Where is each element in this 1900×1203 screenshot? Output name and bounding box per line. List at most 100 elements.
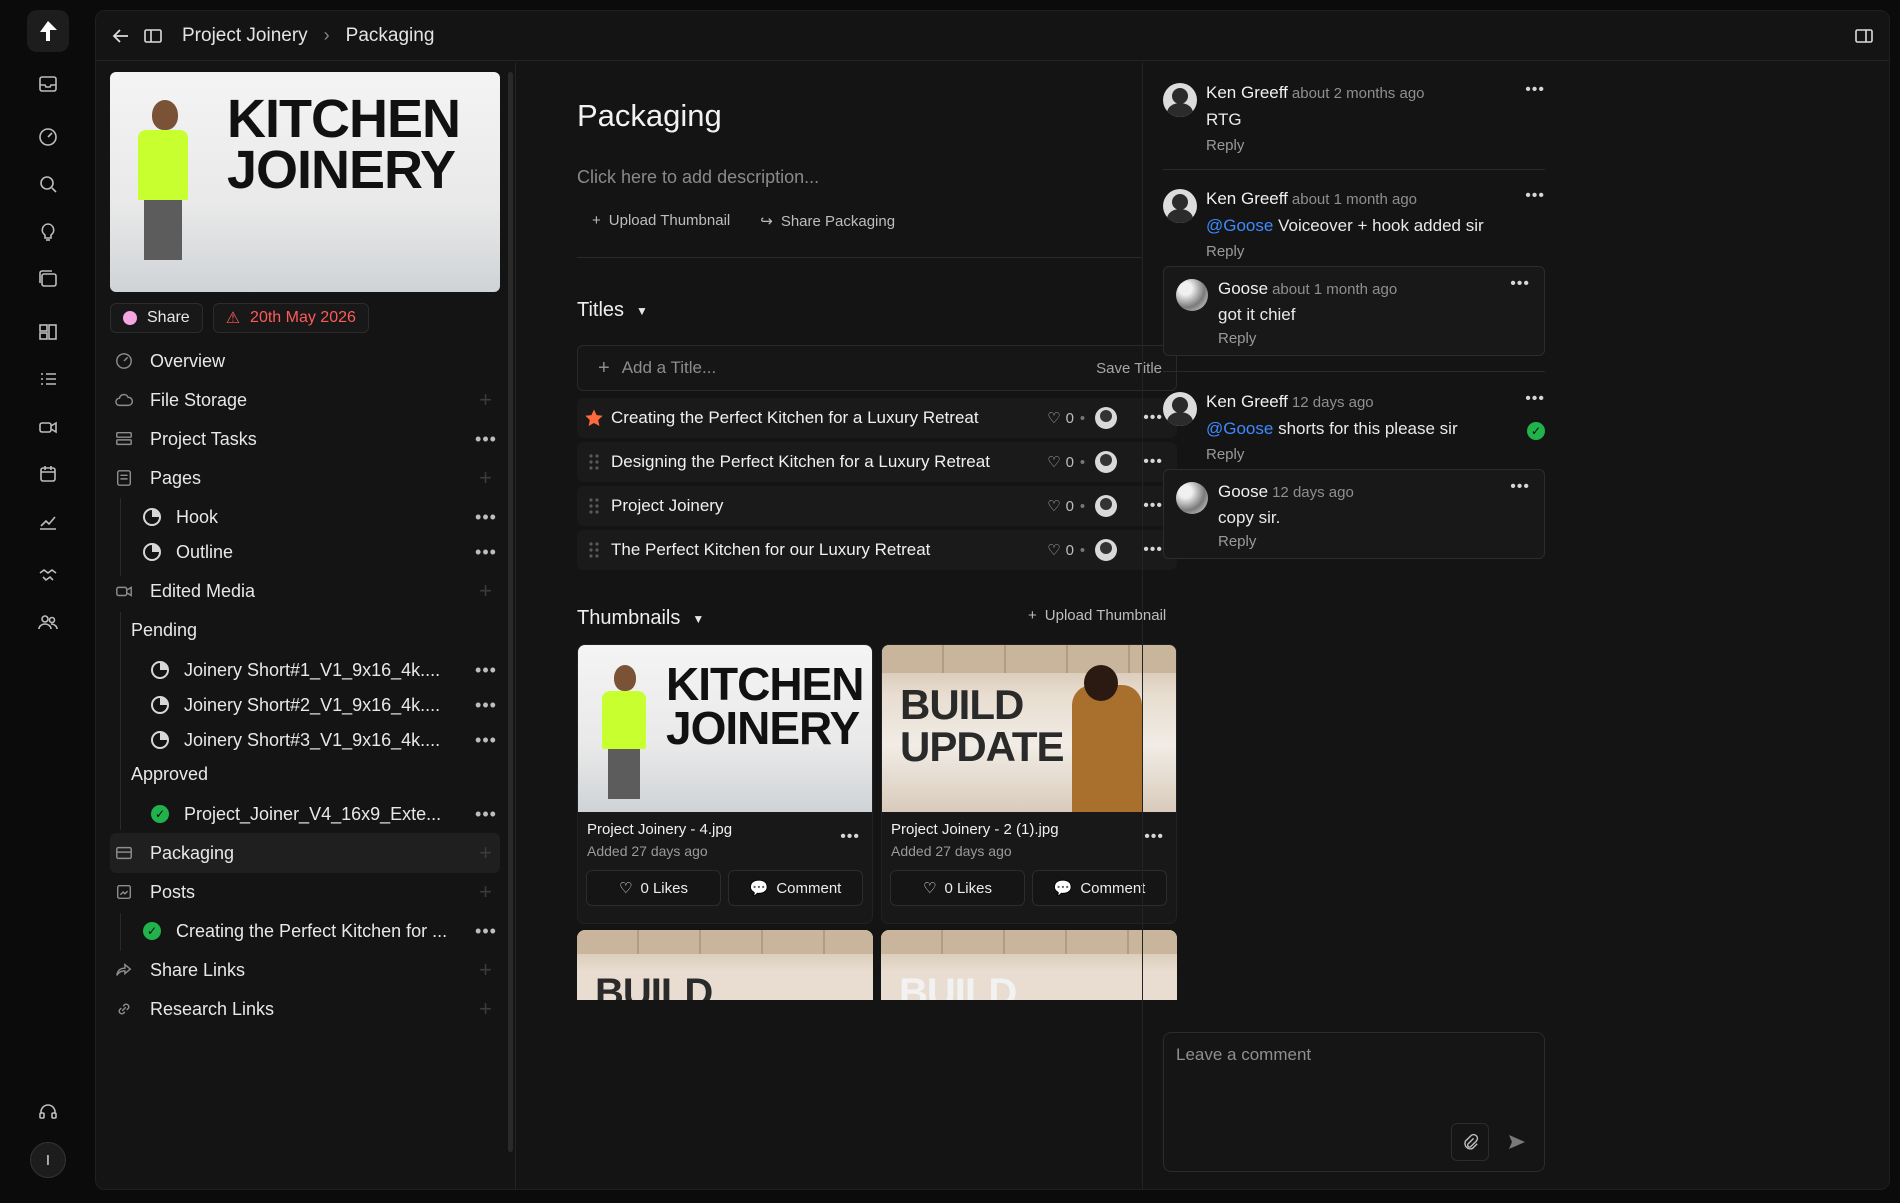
due-date-chip[interactable]: ⚠ 20th May 2026 bbox=[212, 303, 369, 333]
comment-mention[interactable]: @Goose bbox=[1206, 419, 1273, 438]
calendar-icon[interactable] bbox=[30, 456, 66, 492]
add-research-link-button[interactable]: + bbox=[472, 996, 500, 1022]
reply-link[interactable]: Reply bbox=[1218, 330, 1256, 347]
nav-edited-media[interactable]: Edited Media + bbox=[110, 571, 500, 611]
title-row[interactable]: Creating the Perfect Kitchen for a Luxur… bbox=[577, 398, 1177, 438]
projects-icon[interactable] bbox=[30, 261, 66, 297]
nav-page-outline[interactable]: Outline ••• bbox=[138, 532, 500, 572]
team-icon[interactable] bbox=[30, 604, 66, 640]
star-icon[interactable] bbox=[577, 408, 611, 428]
task-list-icon[interactable] bbox=[30, 361, 66, 397]
reply-link[interactable]: Reply bbox=[1206, 137, 1244, 154]
nav-page-hook[interactable]: Hook ••• bbox=[138, 497, 500, 537]
title-row[interactable]: Project Joinery ♡ 0 • ••• bbox=[577, 486, 1177, 526]
pending-item-more-button[interactable]: ••• bbox=[472, 730, 500, 751]
add-media-button[interactable]: + bbox=[472, 578, 500, 604]
nav-project-tasks[interactable]: Project Tasks ••• bbox=[110, 419, 500, 459]
add-page-button[interactable]: + bbox=[472, 465, 500, 491]
titles-section-toggle[interactable]: Titles ▼ bbox=[577, 299, 648, 322]
title-likes[interactable]: ♡ 0 • bbox=[1047, 409, 1085, 428]
pending-item[interactable]: Joinery Short#3_V1_9x16_4k.... ••• bbox=[146, 720, 500, 760]
sidebar-scrollbar[interactable] bbox=[508, 72, 513, 1152]
drag-handle-icon[interactable] bbox=[577, 497, 611, 515]
inbox-icon[interactable] bbox=[30, 66, 66, 102]
approved-item-more-button[interactable]: ••• bbox=[472, 804, 500, 825]
nav-share-links[interactable]: Share Links + bbox=[110, 950, 500, 990]
handshake-icon[interactable] bbox=[30, 557, 66, 593]
send-icon[interactable] bbox=[1498, 1123, 1536, 1161]
support-icon[interactable] bbox=[30, 1094, 66, 1130]
title-likes[interactable]: ♡ 0 • bbox=[1047, 453, 1085, 472]
nav-overview[interactable]: Overview bbox=[110, 341, 500, 381]
reply-more-button[interactable]: ••• bbox=[1510, 275, 1530, 293]
search-icon[interactable] bbox=[30, 166, 66, 202]
thumbnail-card[interactable]: KITCHEN JOINERY Project Joinery - 4.jpg … bbox=[577, 644, 873, 924]
title-row[interactable]: Designing the Perfect Kitchen for a Luxu… bbox=[577, 442, 1177, 482]
thumbnail-more-button[interactable]: ••• bbox=[840, 828, 860, 846]
drag-handle-icon[interactable] bbox=[577, 541, 611, 559]
nav-posts[interactable]: Posts + bbox=[110, 872, 500, 912]
outline-more-button[interactable]: ••• bbox=[472, 542, 500, 563]
share-packaging-button[interactable]: ↪ Share Packaging bbox=[760, 212, 895, 230]
thumbnails-section-toggle[interactable]: Thumbnails ▼ bbox=[577, 607, 704, 630]
thumbnail-card-partial[interactable]: BUILD bbox=[881, 930, 1177, 1000]
nav-file-storage[interactable]: File Storage + bbox=[110, 380, 500, 420]
thumbnail-card-partial[interactable]: BUILD bbox=[577, 930, 873, 1000]
title-likes[interactable]: ♡ 0 • bbox=[1047, 497, 1085, 516]
title-likes[interactable]: ♡ 0 • bbox=[1047, 541, 1085, 560]
sidebar-toggle-icon[interactable] bbox=[138, 21, 168, 51]
hook-more-button[interactable]: ••• bbox=[472, 507, 500, 528]
title-row[interactable]: The Perfect Kitchen for our Luxury Retre… bbox=[577, 530, 1177, 570]
add-share-link-button[interactable]: + bbox=[472, 957, 500, 983]
nav-research-links[interactable]: Research Links + bbox=[110, 989, 500, 1029]
drag-handle-icon[interactable] bbox=[577, 453, 611, 471]
app-logo-icon[interactable] bbox=[27, 10, 69, 52]
add-file-button[interactable]: + bbox=[472, 387, 500, 413]
post-item[interactable]: ✓ Creating the Perfect Kitchen for ... •… bbox=[138, 911, 500, 951]
board-icon[interactable] bbox=[30, 314, 66, 350]
upload-thumbnail-button[interactable]: + Upload Thumbnail bbox=[592, 212, 730, 230]
nav-packaging[interactable]: Packaging + bbox=[110, 833, 500, 873]
add-post-button[interactable]: + bbox=[472, 879, 500, 905]
comment-more-button[interactable]: ••• bbox=[1525, 187, 1545, 205]
user-avatar[interactable]: I bbox=[30, 1142, 66, 1178]
analytics-icon[interactable] bbox=[30, 504, 66, 540]
paperclip-icon[interactable] bbox=[1451, 1123, 1489, 1161]
comment-mention[interactable]: @Goose bbox=[1206, 216, 1273, 235]
post-item-more-button[interactable]: ••• bbox=[472, 921, 500, 942]
pending-item[interactable]: Joinery Short#1_V1_9x16_4k.... ••• bbox=[146, 650, 500, 690]
add-title-field[interactable]: + Add a Title... Save Title bbox=[577, 345, 1177, 391]
thumbnail-image[interactable]: KITCHEN JOINERY bbox=[578, 645, 872, 812]
reply-link[interactable]: Reply bbox=[1206, 243, 1244, 260]
thumbnail-card[interactable]: BUILD UPDATE Project Joinery - 2 (1).jpg… bbox=[881, 644, 1177, 924]
tasks-more-button[interactable]: ••• bbox=[472, 429, 500, 450]
pending-item[interactable]: Joinery Short#2_V1_9x16_4k.... ••• bbox=[146, 685, 500, 725]
description-field[interactable]: Click here to add description... bbox=[577, 167, 819, 188]
thumbnail-image[interactable]: BUILD UPDATE bbox=[882, 645, 1176, 812]
comment-input-placeholder[interactable]: Leave a comment bbox=[1176, 1045, 1311, 1065]
comment-reply: Goose 12 days ago copy sir. Reply ••• bbox=[1163, 469, 1545, 559]
approved-item[interactable]: ✓ Project_Joiner_V4_16x9_Exte... ••• bbox=[146, 794, 500, 834]
reply-link[interactable]: Reply bbox=[1206, 446, 1244, 463]
nav-pages[interactable]: Pages + bbox=[110, 458, 500, 498]
back-arrow-icon[interactable] bbox=[106, 21, 136, 51]
lightbulb-icon[interactable] bbox=[30, 214, 66, 250]
comment-more-button[interactable]: ••• bbox=[1525, 390, 1545, 408]
add-packaging-button[interactable]: + bbox=[472, 840, 500, 866]
top-bar: Project Joinery › Packaging bbox=[96, 11, 1889, 61]
right-panel-toggle-icon[interactable] bbox=[1849, 21, 1879, 51]
resolved-check-icon[interactable]: ✓ bbox=[1527, 422, 1545, 440]
dashboard-icon[interactable] bbox=[30, 119, 66, 155]
like-button[interactable]: ♡ 0 Likes bbox=[890, 870, 1025, 906]
comment-more-button[interactable]: ••• bbox=[1525, 81, 1545, 99]
pending-item-more-button[interactable]: ••• bbox=[472, 695, 500, 716]
share-chip[interactable]: Share bbox=[110, 303, 203, 333]
comment-composer[interactable]: Leave a comment bbox=[1163, 1032, 1545, 1172]
comment-button[interactable]: 💬 Comment bbox=[728, 870, 863, 906]
breadcrumb-project[interactable]: Project Joinery bbox=[182, 25, 308, 47]
video-icon[interactable] bbox=[30, 409, 66, 445]
pending-item-more-button[interactable]: ••• bbox=[472, 660, 500, 681]
reply-link[interactable]: Reply bbox=[1218, 533, 1256, 550]
like-button[interactable]: ♡ 0 Likes bbox=[586, 870, 721, 906]
reply-more-button[interactable]: ••• bbox=[1510, 478, 1530, 496]
